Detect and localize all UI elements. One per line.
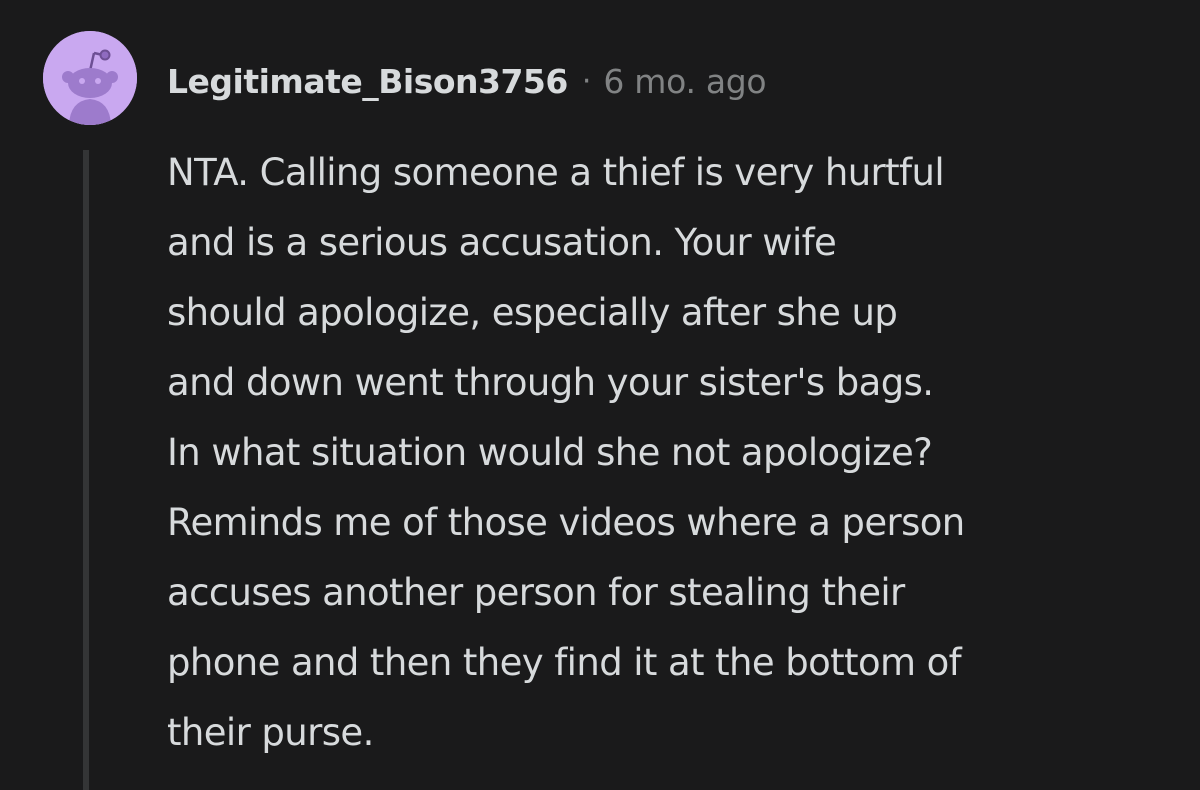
comment-body-line: accuses another person for stealing thei… [167,571,905,614]
comment-timestamp[interactable]: 6 mo. ago [603,62,766,101]
comment-body-line: and is a serious accusation. Your wife [167,221,837,264]
comment-body-line: NTA. Calling someone a thief is very hur… [167,151,945,194]
meta-separator: · [581,63,592,99]
user-avatar[interactable] [43,31,137,125]
thread-collapse-line[interactable] [83,150,89,790]
comment: Legitimate_Bison3756 · 6 mo. ago NTA. Ca… [0,0,1200,790]
comment-body-line: should apologize, especially after she u… [167,291,898,334]
comment-author-link[interactable]: Legitimate_Bison3756 [167,62,568,101]
comment-body-line: their purse. [167,711,374,754]
snoo-avatar-icon [43,31,137,125]
comment-body: NTA. Calling someone a thief is very hur… [167,138,1177,768]
comment-body-line: Reminds me of those videos where a perso… [167,501,965,544]
comment-body-line: and down went through your sister's bags… [167,361,934,404]
comment-header: Legitimate_Bison3756 · 6 mo. ago [167,57,767,105]
comment-body-line: In what situation would she not apologiz… [167,431,933,474]
comment-body-line: phone and then they find it at the botto… [167,641,962,684]
